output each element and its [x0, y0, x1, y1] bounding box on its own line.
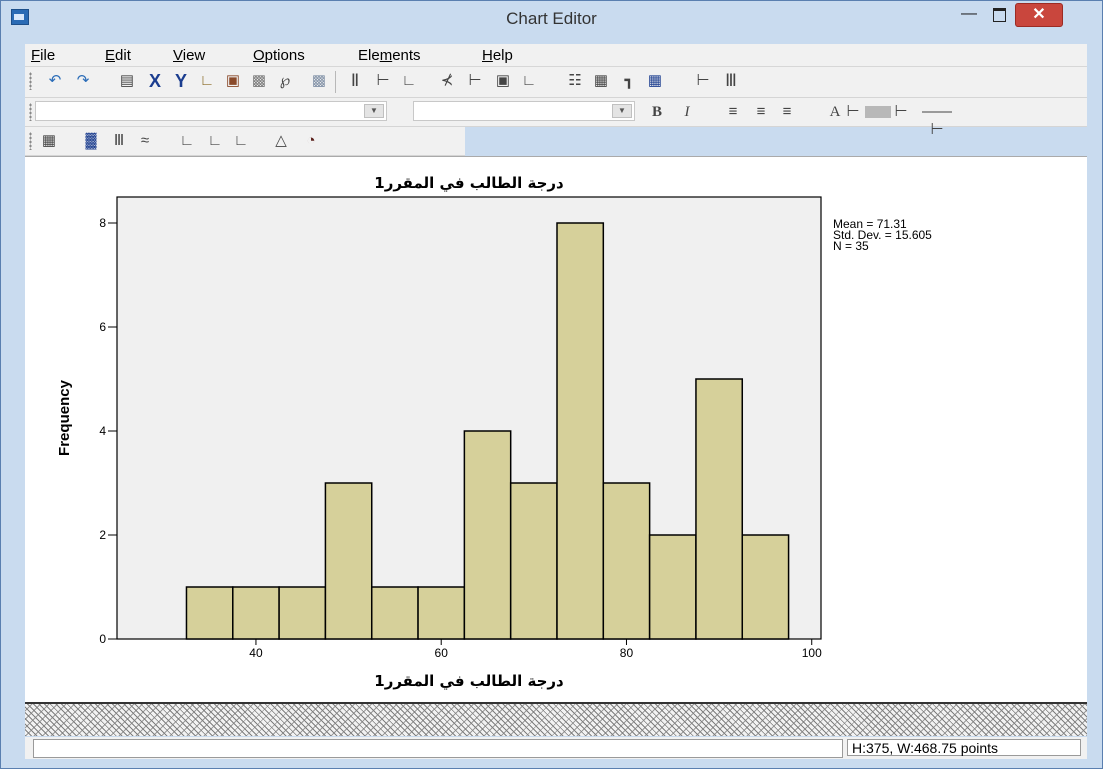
chevron-down-icon[interactable]: ▼ — [364, 104, 384, 118]
status-dimensions: H:375, W:468.75 points — [847, 739, 1081, 756]
table-icon[interactable]: ▦ — [591, 72, 611, 90]
clustered-bar-icon[interactable]: Ⅲ — [109, 132, 129, 150]
bar-chart-icon[interactable]: ▓ — [81, 132, 101, 150]
y-axis-icon[interactable]: Y — [171, 72, 191, 90]
pie-icon[interactable]: ◔ — [301, 132, 321, 150]
histogram-bar[interactable] — [741, 534, 790, 640]
toolbar-format: ▼ ▼ B I ≡ ≡ ≡ A ⊢ ⊢ ——⊢ — [25, 98, 1087, 138]
text-box-icon[interactable]: ▣ — [493, 72, 513, 90]
x-tick-label: 40 — [249, 646, 263, 660]
toolbar-grip[interactable] — [29, 103, 32, 121]
x-tick-label: 60 — [435, 646, 449, 660]
fill-color-dropdown-icon[interactable]: ⊢ — [891, 103, 911, 121]
toolbar-main: ↶ ↷ ▤ X Y ∟ ▣ ▩ ℘ ▩ Ⅱ ⊢ ∟ ⊀ ⊢ ▣ ∟ ☷ ▦ ┓ … — [25, 67, 1087, 98]
triangle-icon[interactable]: △ — [271, 132, 291, 150]
font-size-select[interactable]: ▼ — [413, 101, 635, 121]
window-title: Chart Editor — [506, 9, 597, 28]
fit-line-icon[interactable]: ∟ — [205, 132, 225, 150]
italic-button[interactable]: I — [677, 103, 697, 121]
fill-color-swatch[interactable] — [865, 106, 891, 118]
redo-icon[interactable]: ↷ — [73, 72, 93, 90]
chart-canvas[interactable]: درجة الطالب في المقرر1 0 2 4 6 8 40 60 80 100 درجة… — [25, 156, 1087, 702]
chart-title: درجة الطالب في المقرر1 — [374, 174, 564, 192]
3d-icon[interactable]: ▩ — [249, 72, 269, 90]
menu-view[interactable]: View — [173, 47, 205, 64]
legend-icon[interactable]: ▦ — [645, 72, 665, 90]
x-tick-label: 80 — [620, 646, 634, 660]
status-bar: H:375, W:468.75 points — [25, 737, 1087, 759]
y-tick-label: 0 — [99, 632, 106, 646]
chart-statistics: Mean = 71.31 Std. Dev. = 15.605 N = 35 — [833, 218, 932, 253]
menu-bar: File Edit View Options Elements Help — [25, 44, 1087, 67]
histogram-bar[interactable] — [278, 586, 327, 640]
align-left-icon[interactable]: ≡ — [723, 103, 743, 121]
columns-icon[interactable]: Ⅲ — [721, 72, 741, 90]
minimize-button[interactable]: — — [956, 3, 982, 25]
toolbar-grip[interactable] — [29, 72, 32, 90]
menu-edit[interactable]: Edit — [105, 47, 131, 64]
histogram-bar[interactable] — [556, 222, 605, 640]
menu-options[interactable]: Options — [253, 47, 305, 64]
maximize-button[interactable] — [986, 3, 1012, 25]
histogram-bar[interactable] — [417, 586, 466, 640]
menu-file[interactable]: File — [31, 47, 55, 64]
chevron-down-icon[interactable]: ▼ — [612, 104, 632, 118]
editor-bottom-panel — [25, 702, 1087, 736]
binning-icon[interactable]: ▦ — [39, 132, 59, 150]
scatter-icon[interactable]: ∟ — [177, 132, 197, 150]
align-right-icon[interactable]: ≡ — [777, 103, 797, 121]
histogram-bar[interactable] — [185, 586, 234, 640]
histogram-bar[interactable] — [695, 378, 744, 640]
grid-icon[interactable]: ☷ — [565, 72, 585, 90]
transpose-icon[interactable]: ⊢ — [693, 72, 713, 90]
properties-icon[interactable]: ▤ — [117, 72, 137, 90]
chart-editor-window: Chart Editor — ✕ File Edit View Options … — [0, 0, 1103, 769]
align-center-icon[interactable]: ≡ — [751, 103, 771, 121]
histogram-bar[interactable] — [602, 482, 651, 640]
zoom-icon[interactable]: ▣ — [223, 72, 243, 90]
area-icon[interactable]: ∟ — [231, 132, 251, 150]
stat-n: N = 35 — [833, 239, 869, 253]
toolbar-separator — [335, 71, 336, 93]
rescale-icon[interactable]: ∟ — [197, 72, 217, 90]
menu-elements[interactable]: Elements — [358, 47, 421, 64]
histogram-bar[interactable] — [463, 430, 512, 640]
y-tick-label: 8 — [99, 216, 106, 230]
bold-button[interactable]: B — [647, 103, 667, 121]
font-color-button[interactable]: A — [825, 103, 845, 121]
x-axis-icon[interactable]: X — [145, 72, 165, 90]
undo-icon[interactable]: ↶ — [45, 72, 65, 90]
title-icon[interactable]: ⊢ — [465, 72, 485, 90]
histogram-bar[interactable] — [509, 482, 558, 640]
histogram-bar[interactable] — [370, 586, 419, 640]
histogram-bar[interactable] — [324, 482, 373, 640]
y-axis-label: Frequency — [56, 379, 73, 456]
line-style-button[interactable]: ——⊢ — [917, 103, 957, 138]
y-tick-label: 6 — [99, 320, 106, 334]
x-axis-label: درجة الطالب في المقرر1 — [374, 672, 564, 690]
reference-line-icon[interactable]: ⊀ — [437, 72, 457, 90]
select-icon[interactable]: ▩ — [309, 72, 329, 90]
bar-icon[interactable]: ┓ — [619, 72, 639, 90]
y-chart-icon[interactable]: Ⅱ — [345, 72, 365, 90]
toolbar-chart-types: ▦ ▓ Ⅲ ≈ ∟ ∟ ∟ △ ◔ — [25, 127, 465, 156]
y-tick-label: 2 — [99, 528, 106, 542]
title-bar: Chart Editor — ✕ — [1, 1, 1102, 35]
toolbar-grip[interactable] — [29, 132, 32, 150]
y-tick-label: 4 — [99, 424, 106, 438]
footnote-icon[interactable]: ∟ — [519, 72, 539, 90]
x-tick-label: 100 — [802, 646, 822, 660]
histogram-bar[interactable] — [648, 534, 697, 640]
close-button[interactable]: ✕ — [1015, 3, 1063, 27]
x-axis-chart-icon[interactable]: ⊢ — [373, 72, 393, 90]
font-family-select[interactable]: ▼ — [35, 101, 387, 121]
diagonal-icon[interactable]: ∟ — [399, 72, 419, 90]
line-icon[interactable]: ≈ — [135, 132, 155, 150]
font-color-dropdown-icon[interactable]: ⊢ — [843, 103, 863, 121]
status-message — [33, 739, 843, 758]
lasso-icon[interactable]: ℘ — [275, 72, 295, 90]
menu-help[interactable]: Help — [482, 47, 513, 64]
histogram-bar[interactable] — [232, 586, 280, 640]
